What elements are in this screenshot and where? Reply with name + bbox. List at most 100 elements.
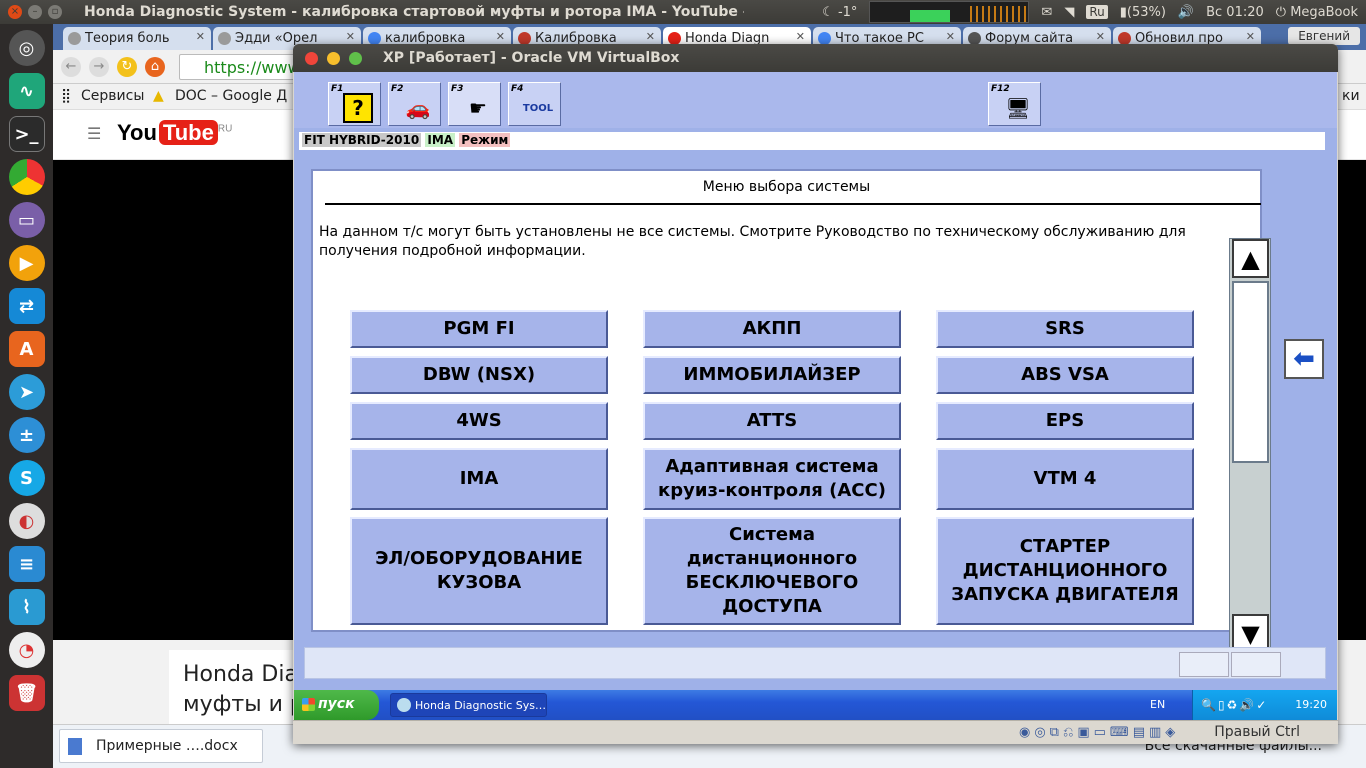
f4-tool-button[interactable]: F4 TOOL	[508, 82, 561, 126]
weather-indicator[interactable]: ☾ -1°	[822, 5, 857, 20]
xp-clock[interactable]: 19:20	[1295, 698, 1327, 711]
system-button-akpp[interactable]: АКПП	[643, 310, 901, 348]
download-item[interactable]: Примерные ….docx	[59, 729, 263, 763]
vbox-maximize-button[interactable]	[349, 52, 362, 65]
home-icon[interactable]: ⌂	[145, 57, 165, 77]
session-menu[interactable]: ⏻ MegaBook	[1276, 5, 1358, 20]
telegram-icon[interactable]: ➤	[8, 374, 45, 410]
terminal-icon[interactable]: >_	[8, 116, 45, 152]
youtube-logo[interactable]: You Tube RU	[117, 120, 232, 146]
vbox-device-icons[interactable]: ◉◎⧉⎌▣▭⌨▤▥◈	[1019, 725, 1179, 740]
trash-icon[interactable]: 🗑	[8, 675, 45, 711]
media-player-icon[interactable]: ▶	[8, 245, 45, 281]
files-icon[interactable]: ▭	[8, 202, 45, 238]
system-button-keyless-access[interactable]: Система дистанционного БЕСКЛЮЧЕВОГО ДОСТ…	[643, 517, 901, 625]
close-tab-icon[interactable]: ✕	[1096, 30, 1105, 43]
vbox-title: XP [Работает] - Oracle VM VirtualBox	[383, 50, 680, 66]
system-button-pgm-fi[interactable]: PGM FI	[350, 310, 608, 348]
pgm-sat-icon: ☛	[469, 96, 487, 120]
monitor-icon[interactable]: ⌇	[8, 589, 45, 625]
vbox-minimize-button[interactable]	[327, 52, 340, 65]
windows-flag-icon	[302, 698, 315, 711]
close-tab-icon[interactable]: ✕	[796, 30, 805, 43]
launcher: ◎ ∿ >_ ▭ ▶ ⇄ A ➤ ± S ◐ ≡ ⌇ ◔ 🗑	[0, 24, 53, 768]
system-list-scrollbar[interactable]: ▲ ▼	[1229, 238, 1271, 654]
guest-screen: F1? F2 🚗 F3 ☛ F4 TOOL F12 🖥 FIT HYBRID-2010 …	[294, 72, 1337, 720]
status-cell	[1179, 652, 1229, 677]
calculator-icon[interactable]: ±	[8, 417, 45, 453]
close-tab-icon[interactable]: ✕	[196, 30, 205, 43]
taskbar-item-hds[interactable]: Honda Diagnostic Sys…	[390, 693, 547, 717]
f2-vehicle-button[interactable]: F2 🚗	[388, 82, 441, 126]
minimize-window-button[interactable]: –	[28, 5, 42, 19]
system-button-srs[interactable]: SRS	[936, 310, 1194, 348]
system-button-body-electrical[interactable]: ЭЛ/ОБОРУДОВАНИЕ КУЗОВА	[350, 517, 608, 625]
window-title: Honda Diagnostic System - калибровка ста…	[84, 4, 744, 20]
system-button-vtm4[interactable]: VTM 4	[936, 448, 1194, 510]
system-button-remote-start[interactable]: СТАРТЕР ДИСТАНЦИОННОГО ЗАПУСКА ДВИГАТЕЛЯ	[936, 517, 1194, 625]
mail-icon[interactable]: ✉	[1041, 5, 1052, 20]
back-icon[interactable]: ←	[61, 57, 81, 77]
bookmark-overflow[interactable]: ки	[1342, 88, 1360, 104]
f3-pgm-sat-button[interactable]: F3 ☛	[448, 82, 501, 126]
close-tab-icon[interactable]: ✕	[1246, 30, 1255, 43]
forward-icon[interactable]: →	[89, 57, 109, 77]
skype-icon[interactable]: S	[8, 460, 45, 496]
tab-favicon	[218, 32, 231, 45]
close-window-button[interactable]: ×	[8, 5, 22, 19]
help-icon: ?	[343, 93, 373, 123]
dash-icon[interactable]: ◎	[8, 30, 45, 66]
system-button-acc[interactable]: Адаптивная система круиз-контроля (ACC)	[643, 448, 901, 510]
apps-icon[interactable]: ⣿	[61, 88, 71, 104]
text-editor-icon[interactable]: ≡	[8, 546, 45, 582]
profile-button[interactable]: Евгений	[1288, 27, 1360, 45]
vbox-close-button[interactable]	[305, 52, 318, 65]
menu-icon[interactable]: ☰	[87, 124, 101, 143]
system-button-immobilizer[interactable]: ИММОБИЛАЙЗЕР	[643, 356, 901, 394]
browser-tab[interactable]: Теория боль ✕	[63, 27, 211, 50]
close-tab-icon[interactable]: ✕	[646, 30, 655, 43]
mode-label: Режим	[459, 133, 511, 147]
settings-toggle-icon[interactable]: ◐	[8, 503, 45, 539]
virtualbox-window: XP [Работает] - Oracle VM VirtualBox F1?…	[293, 44, 1338, 744]
close-tab-icon[interactable]: ✕	[346, 30, 355, 43]
xp-system-tray: 🔍▯♻🔊✓ 19:20	[1192, 690, 1337, 720]
status-cell	[1231, 652, 1281, 677]
wifi-icon[interactable]: ◥	[1064, 5, 1074, 20]
volume-icon[interactable]: 🔊	[1178, 5, 1194, 20]
system-button-4ws[interactable]: 4WS	[350, 402, 608, 440]
bookmark-apps[interactable]: Сервисы	[81, 88, 144, 104]
system-button-dbw[interactable]: DBW (NSX)	[350, 356, 608, 394]
software-center-icon[interactable]: A	[8, 331, 45, 367]
clock[interactable]: Вс 01:20	[1206, 5, 1264, 20]
system-button-eps[interactable]: EPS	[936, 402, 1194, 440]
start-button[interactable]: пуск	[294, 690, 379, 720]
indicators: ☾ -1° ✉ ◥ Ru ▮(53%) 🔊 Вс 01:20 ⏻ MegaBoo…	[822, 0, 1358, 24]
f12-computer-button[interactable]: F12 🖥	[988, 82, 1041, 126]
close-tab-icon[interactable]: ✕	[496, 30, 505, 43]
window-controls: × – ▫	[8, 5, 62, 19]
system-selection-panel: Меню выбора системы На данном т/с могут …	[311, 169, 1262, 632]
system-monitor-icon[interactable]: ∿	[8, 73, 45, 109]
vehicle-model: FIT HYBRID-2010	[302, 133, 422, 147]
system-button-abs-vsa[interactable]: ABS VSA	[936, 356, 1194, 394]
keyboard-layout[interactable]: Ru	[1086, 5, 1108, 19]
maximize-window-button[interactable]: ▫	[48, 5, 62, 19]
disk-usage-icon[interactable]: ◔	[8, 632, 45, 668]
battery-indicator[interactable]: ▮(53%)	[1120, 5, 1166, 20]
reload-icon[interactable]: ↻	[117, 57, 137, 77]
system-button-ima[interactable]: IMA	[350, 448, 608, 510]
teamviewer-icon[interactable]: ⇄	[8, 288, 45, 324]
system-button-atts[interactable]: ATTS	[643, 402, 901, 440]
system-load-graph[interactable]	[869, 1, 1030, 23]
scroll-up-button[interactable]: ▲	[1232, 239, 1269, 278]
tray-icons[interactable]: 🔍▯♻🔊✓	[1201, 698, 1268, 712]
scroll-thumb[interactable]	[1232, 281, 1269, 463]
back-arrow-button[interactable]: ⬅	[1284, 339, 1324, 379]
close-tab-icon[interactable]: ✕	[946, 30, 955, 43]
xp-language[interactable]: EN	[1150, 698, 1165, 711]
f1-help-button[interactable]: F1?	[328, 82, 381, 126]
bookmark-docs[interactable]: DOC – Google Д	[175, 88, 287, 104]
drive-icon: ▲	[153, 88, 164, 104]
chrome-icon[interactable]	[8, 159, 45, 195]
